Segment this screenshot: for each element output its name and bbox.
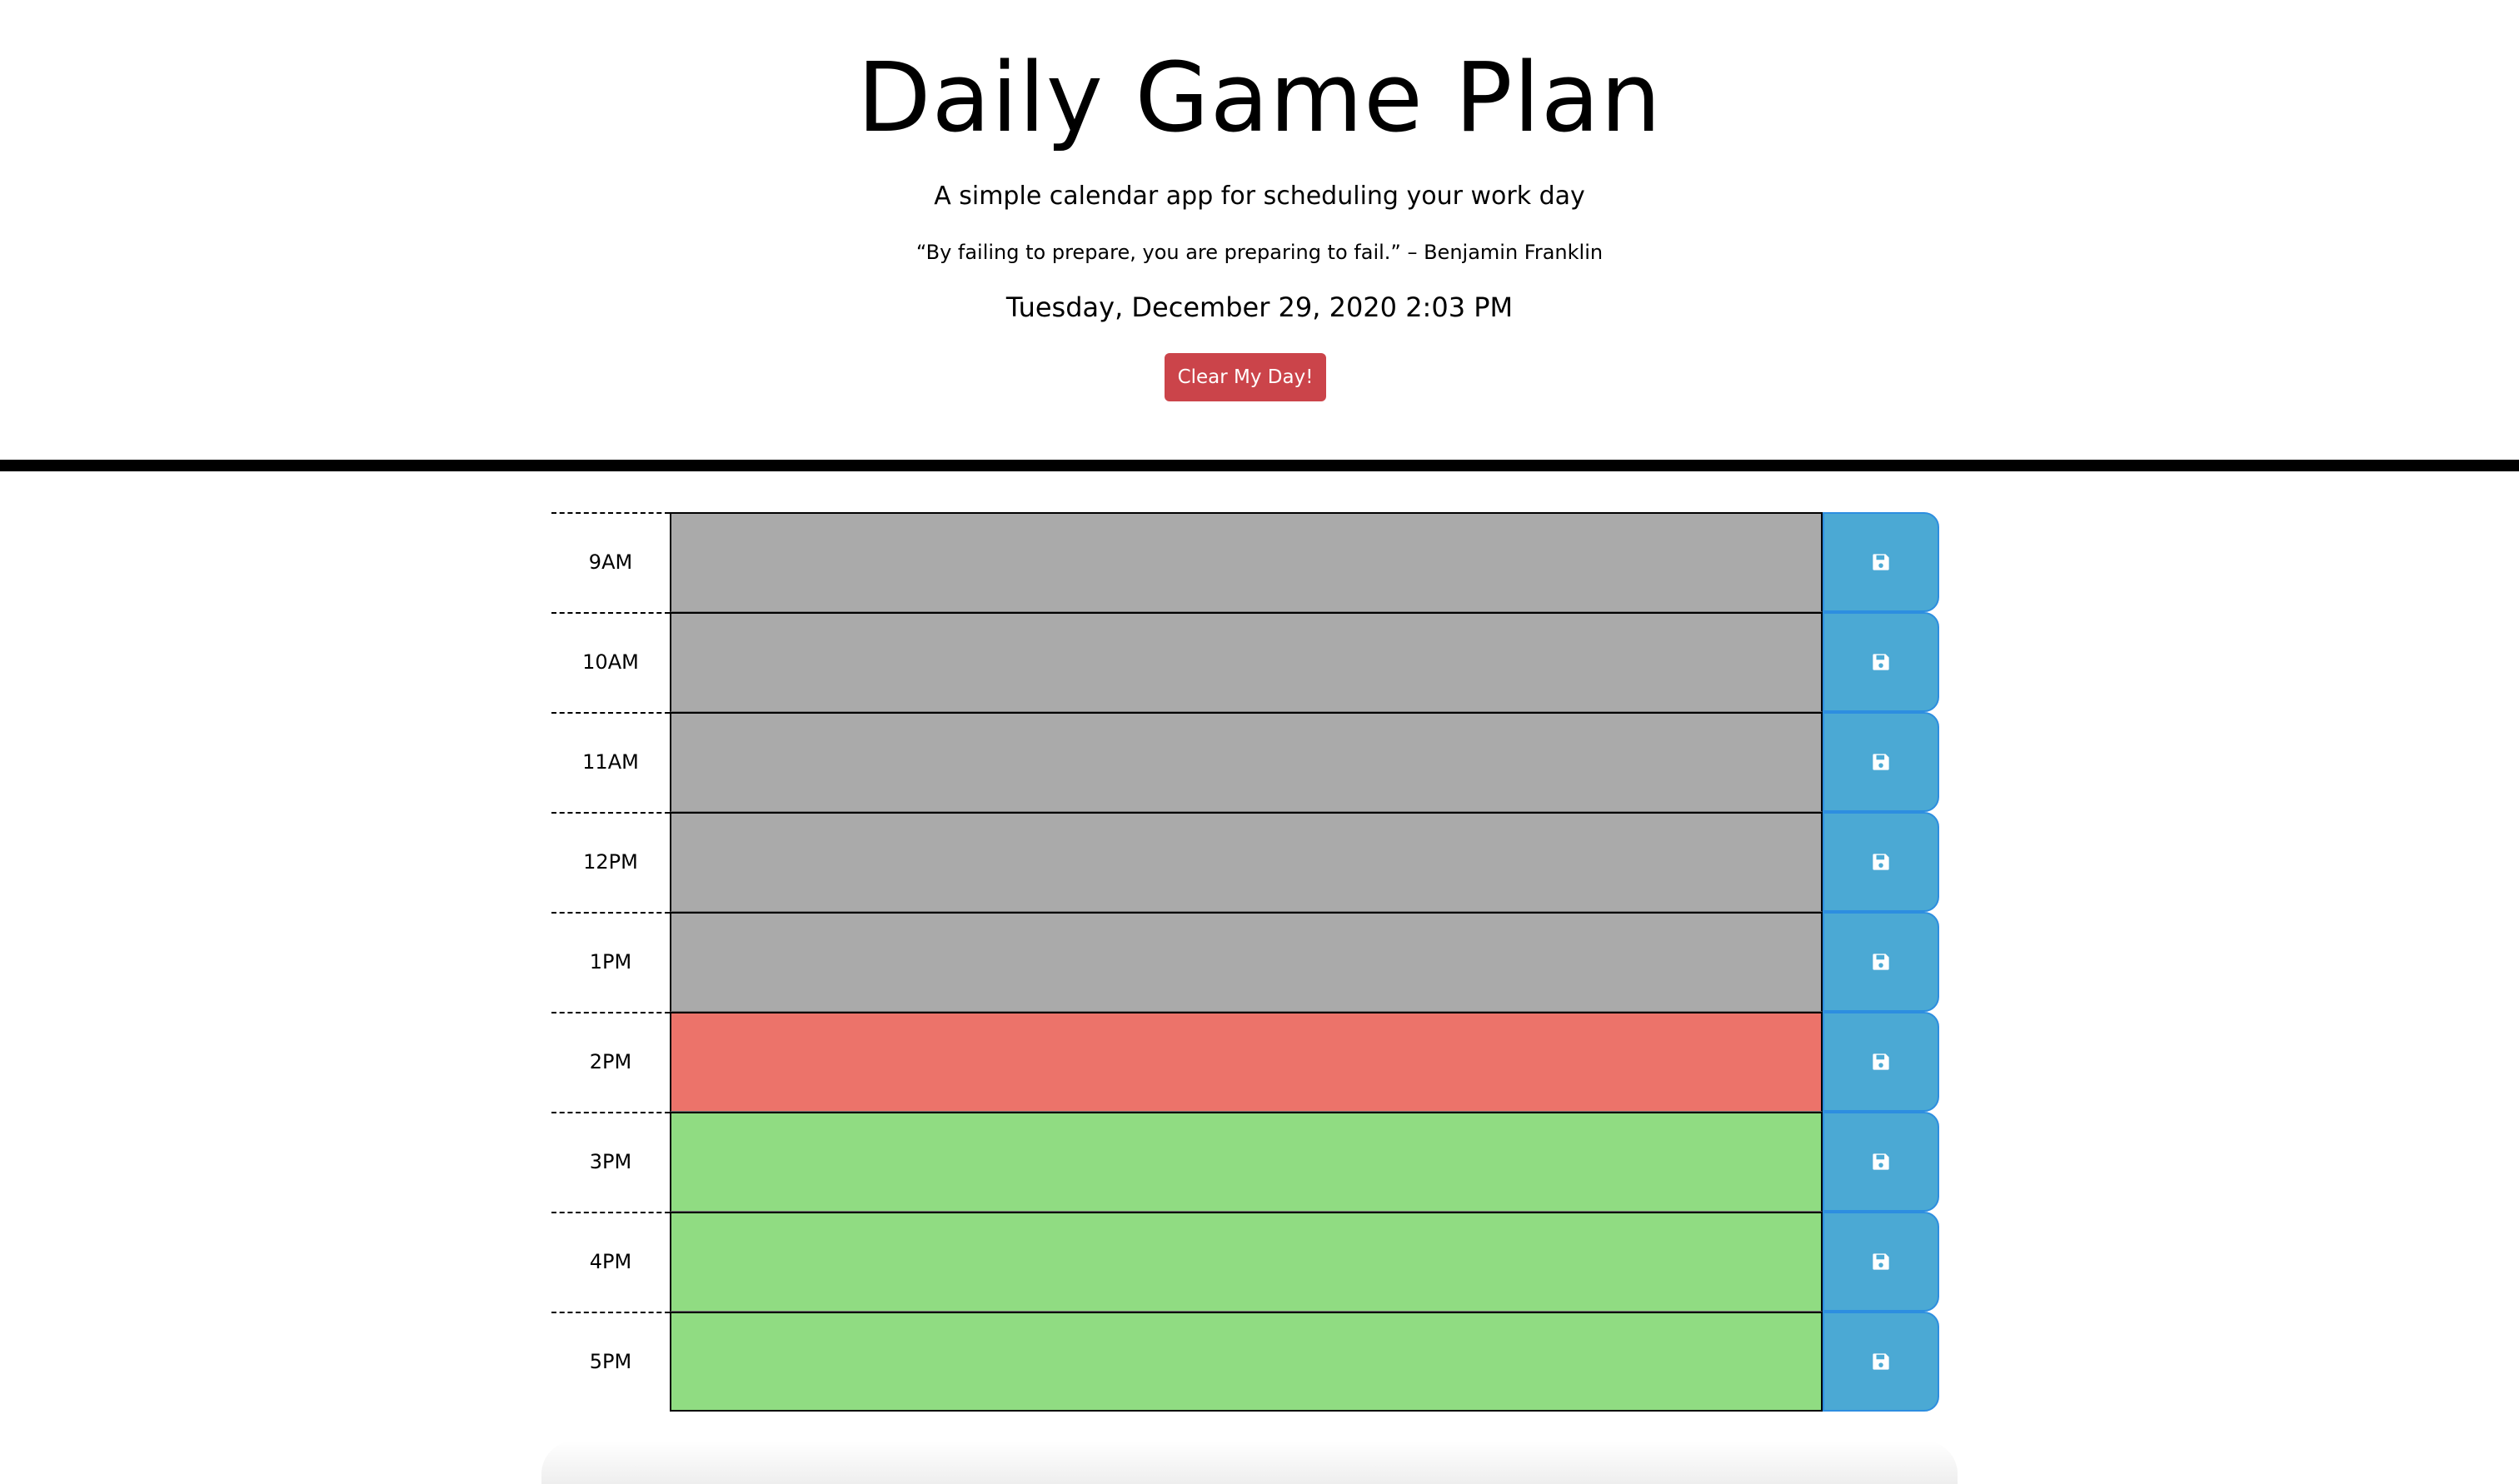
time-block-row: 11AM (551, 712, 1939, 812)
bottom-shadow-decoration (541, 1441, 1958, 1484)
floppy-disk-icon (1873, 954, 1889, 970)
quote-text: “By failing to prepare, you are preparin… (915, 241, 1604, 264)
hour-label: 1PM (551, 912, 670, 1012)
app-description: A simple calendar app for scheduling you… (934, 182, 1585, 211)
save-button[interactable] (1823, 812, 1939, 912)
page-header: Daily Game Plan A simple calendar app fo… (0, 0, 2519, 460)
floppy-disk-icon (1873, 1053, 1889, 1070)
event-textarea[interactable] (670, 1212, 1823, 1312)
hour-label: 11AM (551, 712, 670, 812)
header-divider (0, 460, 2519, 471)
event-textarea[interactable] (670, 1012, 1823, 1112)
event-textarea[interactable] (670, 812, 1823, 912)
current-date-time: Tuesday, December 29, 2020 2:03 PM (1005, 291, 1514, 323)
save-button[interactable] (1823, 912, 1939, 1012)
hour-label: 2PM (551, 1012, 670, 1112)
event-textarea[interactable] (670, 512, 1823, 612)
hour-label: 5PM (551, 1312, 670, 1412)
time-block-row: 2PM (551, 1012, 1939, 1112)
save-button[interactable] (1823, 1112, 1939, 1212)
event-textarea[interactable] (670, 1312, 1823, 1412)
event-textarea[interactable] (670, 912, 1823, 1012)
hour-label: 12PM (551, 812, 670, 912)
event-textarea[interactable] (670, 1112, 1823, 1212)
clear-my-day-button[interactable]: Clear My Day! (1165, 353, 1326, 401)
hour-label: 3PM (551, 1112, 670, 1212)
floppy-disk-icon (1873, 754, 1889, 770)
time-block-row: 10AM (551, 612, 1939, 712)
event-textarea[interactable] (670, 712, 1823, 812)
page-title: Daily Game Plan (856, 42, 1663, 154)
floppy-disk-icon (1873, 1153, 1889, 1170)
time-block-row: 5PM (551, 1312, 1939, 1412)
save-button[interactable] (1823, 1312, 1939, 1412)
hour-label: 10AM (551, 612, 670, 712)
hour-label: 9AM (551, 512, 670, 612)
time-block-row: 3PM (551, 1112, 1939, 1212)
save-button[interactable] (1823, 612, 1939, 712)
save-button[interactable] (1823, 1012, 1939, 1112)
time-block-row: 9AM (551, 512, 1939, 612)
floppy-disk-icon (1873, 654, 1889, 670)
save-button[interactable] (1823, 512, 1939, 612)
floppy-disk-icon (1873, 554, 1889, 570)
time-block-row: 4PM (551, 1212, 1939, 1312)
schedule-container: 9AM 10AM 11AM 12PM 1PM 2PM 3PM 4PM 5PM (551, 512, 1939, 1412)
event-textarea[interactable] (670, 612, 1823, 712)
floppy-disk-icon (1873, 1353, 1889, 1370)
time-block-row: 1PM (551, 912, 1939, 1012)
hour-label: 4PM (551, 1212, 670, 1312)
time-block-row: 12PM (551, 812, 1939, 912)
floppy-disk-icon (1873, 854, 1889, 870)
save-button[interactable] (1823, 712, 1939, 812)
save-button[interactable] (1823, 1212, 1939, 1312)
floppy-disk-icon (1873, 1253, 1889, 1270)
